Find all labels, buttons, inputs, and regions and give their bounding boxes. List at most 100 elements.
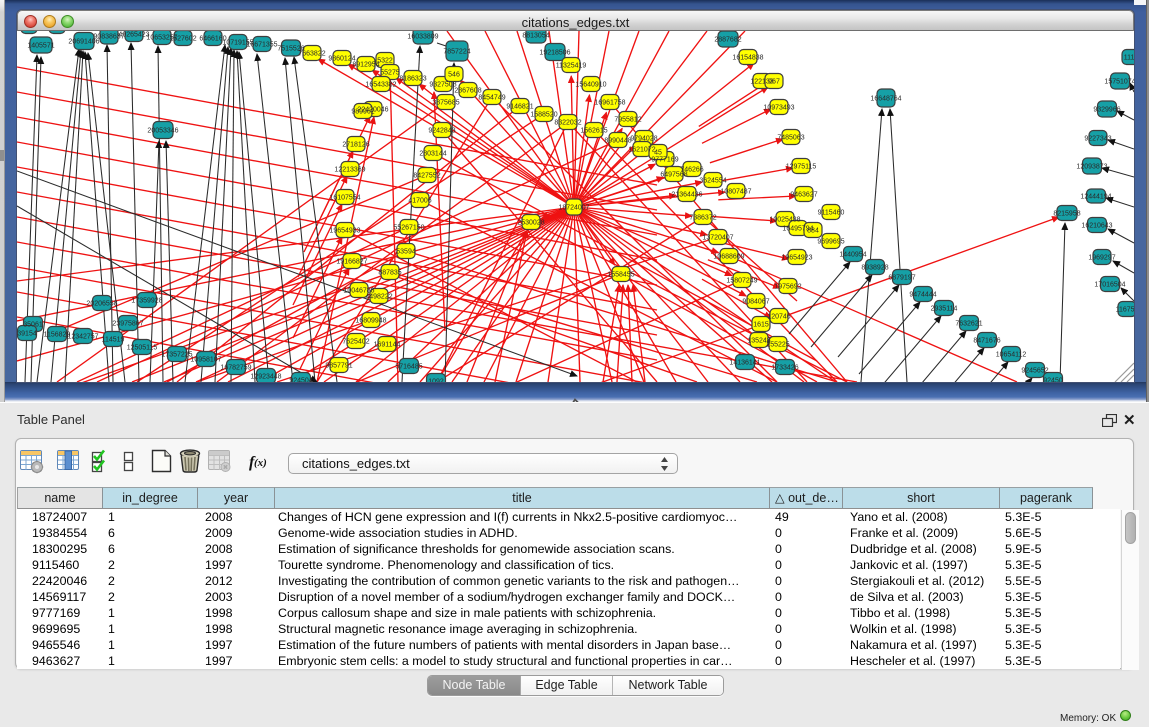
svg-text:12444194: 12444194	[1080, 194, 1111, 201]
svg-text:1969297: 1969297	[1088, 255, 1115, 262]
svg-text:10654112: 10654112	[996, 352, 1027, 359]
svg-text:12342757: 12342757	[67, 334, 98, 341]
svg-text:2718126: 2718126	[342, 142, 369, 149]
svg-text:55275: 55275	[380, 70, 400, 77]
svg-text:16961758: 16961758	[594, 100, 625, 107]
svg-text:35061: 35061	[23, 322, 43, 329]
svg-text:8454749: 8454749	[478, 95, 505, 102]
svg-text:9857791: 9857791	[325, 363, 352, 370]
svg-text:1405571: 1405571	[27, 43, 54, 50]
svg-text:10807487: 10807487	[720, 189, 751, 196]
svg-text:15807249: 15807249	[726, 278, 757, 285]
svg-text:7632621: 7632621	[955, 321, 982, 328]
svg-text:1691144: 1691144	[374, 342, 401, 349]
svg-text:19654933: 19654933	[329, 228, 360, 235]
svg-text:1092: 1092	[428, 379, 444, 383]
svg-text:9146821: 9146821	[506, 104, 533, 111]
svg-text:16543382: 16543382	[365, 82, 396, 89]
svg-text:5716485: 5716485	[395, 364, 422, 371]
svg-text:9777169: 9777169	[651, 157, 678, 164]
svg-text:967: 967	[768, 79, 780, 86]
svg-text:9474444: 9474444	[909, 292, 936, 299]
svg-text:10025438: 10025438	[769, 217, 800, 224]
svg-text:417006: 417006	[408, 198, 431, 205]
svg-text:20053346: 20053346	[147, 128, 178, 135]
svg-text:17016504: 17016504	[1094, 282, 1125, 289]
svg-text:989962: 989962	[351, 109, 374, 116]
svg-text:16033809: 16033809	[407, 34, 438, 41]
svg-text:924504: 924504	[289, 378, 312, 383]
svg-text:16782759: 16782759	[220, 365, 251, 372]
svg-text:7955812: 7955812	[614, 117, 641, 124]
svg-text:116753: 116753	[1116, 307, 1134, 314]
svg-text:8215958: 8215958	[1053, 211, 1080, 218]
svg-text:6497568: 6497568	[660, 172, 687, 179]
svg-text:120746: 120746	[767, 314, 790, 321]
svg-text:19166827: 19166827	[336, 259, 367, 266]
svg-text:17359928: 17359928	[131, 298, 162, 305]
svg-text:40265423: 40265423	[118, 32, 149, 39]
svg-text:2935114: 2935114	[931, 306, 958, 313]
svg-text:1558455: 1558455	[607, 272, 634, 279]
svg-text:10688609: 10688609	[713, 254, 744, 261]
svg-text:1562615: 1562615	[580, 128, 607, 135]
svg-text:7386372: 7386372	[689, 215, 716, 222]
svg-text:5322: 5322	[377, 58, 393, 65]
svg-text:1527602: 1527602	[169, 36, 196, 43]
svg-text:23975867: 23975867	[112, 321, 143, 328]
svg-text:11325419: 11325419	[556, 63, 587, 70]
svg-text:2530028: 2530028	[517, 220, 544, 227]
svg-text:884: 884	[807, 228, 819, 235]
svg-text:53594: 53594	[396, 249, 416, 256]
svg-text:10433218: 10433218	[17, 31, 45, 33]
svg-text:9115460: 9115460	[818, 210, 845, 217]
svg-text:546: 546	[448, 72, 460, 79]
svg-text:8186323: 8186323	[399, 76, 426, 83]
svg-text:14136141: 14136141	[729, 360, 760, 367]
svg-text:9463627: 9463627	[790, 192, 817, 199]
svg-text:2867608: 2867608	[454, 88, 481, 95]
svg-text:16154838: 16154838	[732, 55, 763, 62]
svg-text:18724007: 18724007	[558, 205, 589, 212]
svg-text:114519: 114519	[102, 337, 125, 344]
svg-text:8912954: 8912954	[352, 62, 379, 69]
svg-text:1975692: 1975692	[774, 284, 801, 291]
svg-text:16809948: 16809948	[355, 318, 386, 325]
svg-text:9794028: 9794028	[630, 136, 657, 143]
svg-text:1733426: 1733426	[771, 365, 798, 372]
svg-text:13720407: 13720407	[702, 235, 733, 242]
svg-text:8427552: 8427552	[413, 173, 440, 180]
svg-text:12213369: 12213369	[334, 167, 365, 174]
svg-text:(x): (x)	[254, 457, 267, 469]
svg-text:8471676: 8471676	[973, 338, 1000, 345]
svg-text:3624554: 3624554	[699, 178, 726, 185]
svg-text:9084067: 9084067	[742, 299, 769, 306]
svg-text:2887682: 2887682	[714, 37, 741, 44]
svg-text:9327508: 9327508	[429, 82, 456, 89]
svg-text:16107554: 16107554	[329, 195, 360, 202]
svg-text:20206558: 20206558	[86, 301, 117, 308]
svg-text:4498222: 4498222	[365, 294, 392, 301]
svg-text:39154: 39154	[17, 331, 37, 338]
svg-text:8322032: 8322032	[554, 120, 581, 127]
svg-text:7857224: 7857224	[443, 49, 470, 56]
svg-text:1440954: 1440954	[839, 252, 866, 259]
svg-text:16210643: 16210643	[1081, 223, 1112, 230]
svg-text:15640910: 15640910	[575, 82, 606, 89]
svg-text:1615: 1615	[753, 322, 769, 329]
svg-text:12923448: 12923448	[250, 374, 281, 381]
svg-text:8990448: 8990448	[604, 138, 631, 145]
svg-text:19654923: 19654923	[781, 255, 812, 262]
svg-text:7485063: 7485063	[777, 135, 804, 142]
svg-text:887835: 887835	[378, 270, 401, 277]
svg-text:12093873: 12093873	[1076, 164, 1107, 171]
svg-text:9329966: 9329966	[1093, 107, 1120, 114]
svg-text:10958107: 10958107	[190, 357, 221, 364]
svg-text:3875685: 3875685	[432, 100, 459, 107]
svg-text:6879197: 6879197	[888, 275, 915, 282]
svg-text:1112: 1112	[1124, 55, 1134, 62]
svg-text:92450: 92450	[1043, 378, 1063, 383]
svg-text:2803144: 2803144	[419, 151, 446, 158]
svg-text:9242843: 9242843	[428, 128, 455, 135]
svg-text:1588520: 1588520	[530, 112, 557, 119]
